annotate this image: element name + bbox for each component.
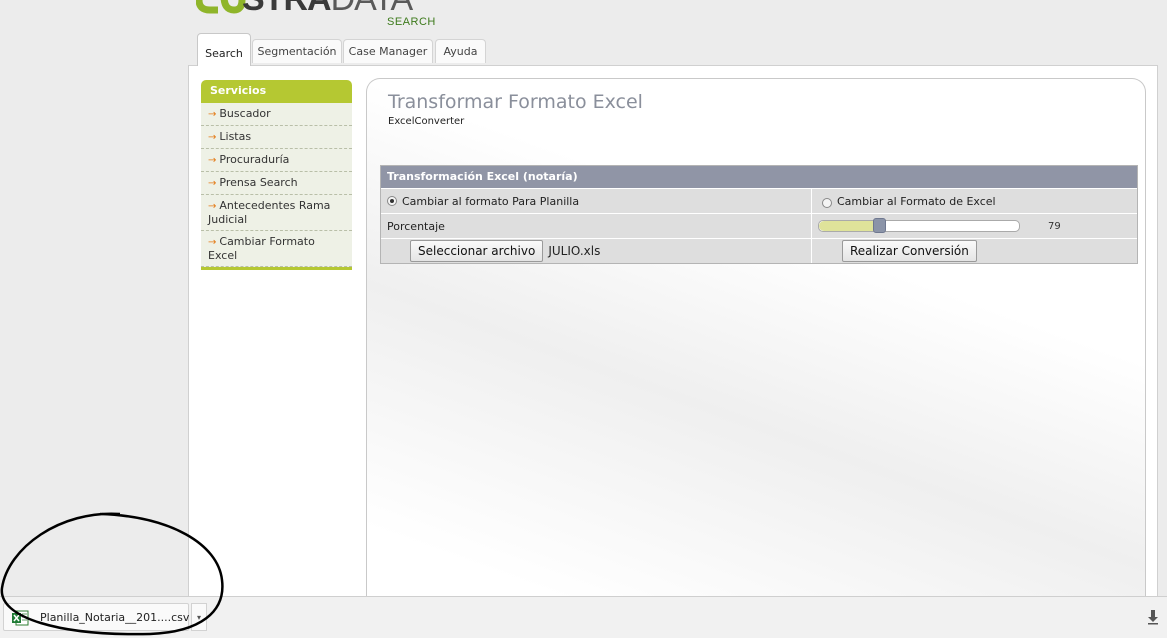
sidebar-item-listas[interactable]: → Listas	[201, 126, 352, 149]
sidebar-footer	[201, 267, 352, 270]
radio-planilla[interactable]	[387, 196, 397, 206]
form-header: Transformación Excel (notaría)	[381, 166, 1137, 188]
slider-value: 79	[1048, 220, 1061, 232]
sidebar-item-buscador[interactable]: → Buscador	[201, 103, 352, 126]
convert-cell: Realizar Conversión	[812, 239, 1137, 263]
option-excel[interactable]: Cambiar al Formato de Excel	[812, 189, 1137, 213]
download-file-name: Planilla_Notaria__201....csv	[40, 611, 190, 624]
logo-text: STRADATA	[242, 0, 413, 16]
radio-excel[interactable]	[822, 197, 832, 208]
file-cell: Seleccionar archivo JULIO.xls	[381, 239, 812, 263]
sidebar-item-procuraduria[interactable]: → Procuraduría	[201, 149, 352, 172]
sidebar-services: Servicios → Buscador → Listas → Procuradurí…	[201, 80, 352, 270]
percentage-cell: 79	[812, 214, 1137, 238]
conversion-form: Transformación Excel (notaría) Cambiar a…	[380, 165, 1138, 264]
slider-handle[interactable]	[873, 218, 886, 233]
form-row-options: Cambiar al formato Para Planilla Cambiar…	[381, 188, 1137, 213]
radio-planilla-label: Cambiar al formato Para Planilla	[402, 194, 580, 208]
radio-excel-label: Cambiar al Formato de Excel	[837, 194, 996, 208]
tab-segmentacion[interactable]: Segmentación	[252, 39, 342, 63]
selected-file-name: JULIO.xls	[548, 244, 601, 258]
sidebar-item-prensa-search[interactable]: → Prensa Search	[201, 172, 352, 195]
form-row-percentage: Porcentaje 79	[381, 213, 1137, 238]
arrow-right-icon: →	[208, 132, 217, 143]
page-subtitle: ExcelConverter	[388, 116, 465, 127]
tab-ayuda[interactable]: Ayuda	[435, 39, 486, 63]
arrow-right-icon: →	[208, 237, 217, 248]
logo-subtitle: SEARCH	[387, 16, 436, 28]
arrow-right-icon: →	[208, 155, 217, 166]
arrow-right-icon: →	[208, 109, 217, 120]
tab-case-manager[interactable]: Case Manager	[343, 39, 433, 63]
slider-fill	[819, 221, 879, 231]
percentage-label: Porcentaje	[381, 214, 812, 238]
convert-button[interactable]: Realizar Conversión	[842, 240, 977, 262]
form-row-actions: Seleccionar archivo JULIO.xls Realizar C…	[381, 238, 1137, 263]
caret-down-icon[interactable]: ▾	[191, 603, 207, 631]
sidebar-item-antecedentes[interactable]: → Antecedentes Rama Judicial	[201, 195, 352, 231]
page-title: Transformar Formato Excel	[388, 91, 643, 113]
content-panel: Transformar Formato Excel ExcelConverter	[366, 78, 1146, 609]
logo-mark-icon	[196, 0, 246, 14]
sidebar-item-cambiar-formato[interactable]: → Cambiar Formato Excel	[201, 231, 352, 267]
tab-search[interactable]: Search	[197, 33, 251, 66]
percentage-slider[interactable]	[818, 218, 1020, 233]
download-item[interactable]: Planilla_Notaria__201....csv	[3, 603, 189, 631]
excel-file-icon	[12, 610, 29, 626]
arrow-right-icon: →	[208, 201, 217, 212]
download-bar: Planilla_Notaria__201....csv ▾	[0, 596, 1167, 638]
stradata-logo: STRADATA SEARCH	[196, 0, 456, 32]
download-arrow-icon[interactable]	[1147, 609, 1159, 625]
arrow-right-icon: →	[208, 178, 217, 189]
select-file-button[interactable]: Seleccionar archivo	[410, 240, 544, 262]
option-planilla[interactable]: Cambiar al formato Para Planilla	[381, 189, 812, 213]
sidebar-title: Servicios	[201, 80, 352, 103]
